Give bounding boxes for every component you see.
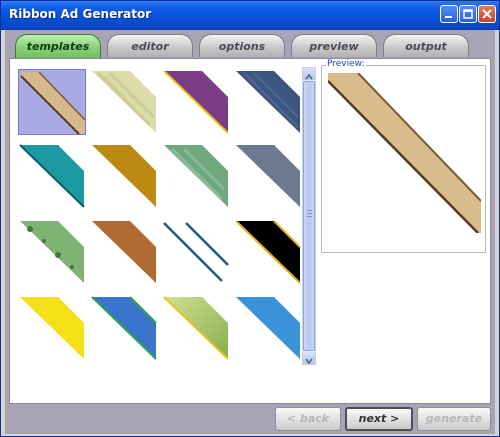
scroll-up-button[interactable] — [303, 68, 315, 80]
template-blue-green-trim[interactable] — [90, 295, 158, 361]
scroll-grip — [307, 210, 312, 219]
minimize-button[interactable] — [440, 5, 458, 23]
tab-templates[interactable]: templates — [15, 34, 101, 59]
template-sky-blue[interactable] — [234, 295, 302, 361]
template-yellow[interactable] — [18, 295, 86, 361]
template-scrollbar[interactable] — [302, 67, 316, 365]
template-leafy-green[interactable] — [18, 219, 86, 285]
template-slate[interactable] — [234, 143, 302, 209]
generate-button[interactable]: generate — [417, 407, 491, 431]
maximize-button[interactable] — [459, 5, 477, 23]
tab-editor[interactable]: editor — [107, 34, 193, 57]
template-pale-green-pattern[interactable] — [90, 69, 158, 135]
templates-panel: Preview: — [9, 58, 491, 404]
preview-image — [327, 72, 482, 234]
template-copper[interactable] — [90, 219, 158, 285]
template-black-gold[interactable] — [234, 219, 302, 285]
template-grid — [16, 67, 302, 367]
tab-output[interactable]: output — [383, 34, 469, 57]
template-gold[interactable] — [90, 143, 158, 209]
close-button[interactable] — [478, 5, 496, 23]
template-twin-lines[interactable] — [162, 219, 230, 285]
next-button[interactable]: next > — [345, 407, 413, 431]
template-tan-torn[interactable] — [18, 69, 86, 135]
template-green-speckle[interactable] — [162, 143, 230, 209]
tab-options[interactable]: options — [199, 34, 285, 57]
back-button[interactable]: < back — [275, 407, 341, 431]
template-navy-weave[interactable] — [234, 69, 302, 135]
preview-label: Preview: — [326, 59, 366, 69]
app-window: Ribbon Ad Generator templates editor opt… — [0, 0, 500, 437]
scroll-thumb[interactable] — [303, 81, 315, 351]
template-olive-gradient[interactable] — [162, 295, 230, 361]
main-area: templates editor options preview output — [5, 30, 495, 434]
title-bar[interactable]: Ribbon Ad Generator — [1, 1, 499, 30]
template-teal[interactable] — [18, 143, 86, 209]
window-title: Ribbon Ad Generator — [9, 7, 152, 21]
template-purple-gold[interactable] — [162, 69, 230, 135]
scroll-down-button[interactable] — [303, 352, 315, 365]
tab-preview[interactable]: preview — [291, 34, 377, 57]
